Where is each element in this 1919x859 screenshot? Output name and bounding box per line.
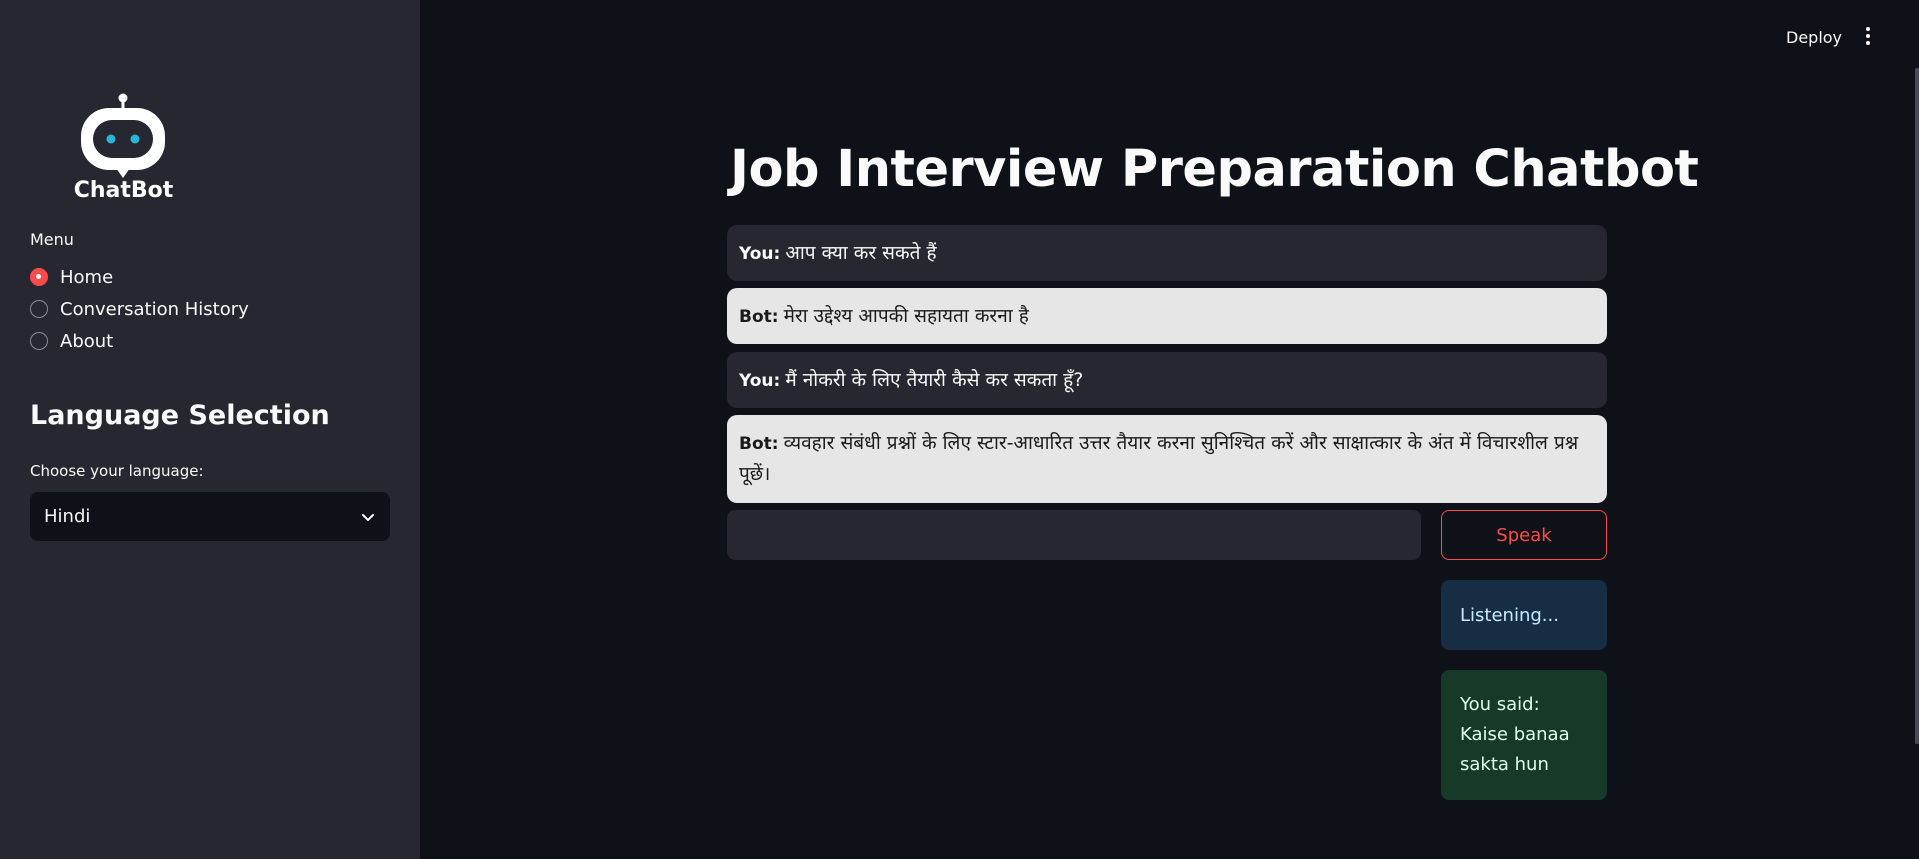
message-role: Bot: xyxy=(739,434,779,454)
message-role: You: xyxy=(739,371,781,391)
logo-text: ChatBot xyxy=(73,178,174,203)
language-select-value: Hindi xyxy=(44,506,91,527)
message-text: मैं नोकरी के लिए तैयारी कैसे कर सकता हूँ… xyxy=(785,369,1084,391)
chat-input[interactable] xyxy=(727,510,1421,560)
kebab-menu-icon[interactable] xyxy=(1864,27,1872,49)
chat-message-user: You: मैं नोकरी के लिए तैयारी कैसे कर सकता… xyxy=(727,352,1607,408)
chevron-down-icon xyxy=(362,513,374,521)
radio-about[interactable]: About xyxy=(30,328,113,354)
message-text: आप क्या कर सकते हैं xyxy=(785,242,937,264)
language-select[interactable]: Hindi xyxy=(30,492,390,541)
chatbot-logo: ChatBot xyxy=(66,92,181,204)
robot-icon xyxy=(81,93,165,178)
language-select-label: Choose your language: xyxy=(30,462,204,480)
radio-label-conversation-history: Conversation History xyxy=(60,298,249,320)
radio-unselected-icon[interactable] xyxy=(30,332,48,350)
scrollbar[interactable] xyxy=(1915,68,1919,744)
message-text: व्यवहार संबंधी प्रश्नों के लिए स्टार-आधा… xyxy=(739,432,1579,485)
radio-home[interactable]: Home xyxy=(30,264,113,290)
radio-label-home: Home xyxy=(60,266,114,288)
page-title: Job Interview Preparation Chatbot xyxy=(730,140,1699,199)
message-role: Bot: xyxy=(739,307,779,327)
radio-conversation-history[interactable]: Conversation History xyxy=(30,296,249,322)
chat-message-user: You: आप क्या कर सकते हैं xyxy=(727,225,1607,281)
radio-label-about: About xyxy=(60,330,114,352)
listening-status: Listening... xyxy=(1441,580,1607,650)
message-role: You: xyxy=(739,244,781,264)
message-text: मेरा उद्देश्य आपकी सहायता करना है xyxy=(783,305,1029,327)
deploy-button[interactable]: Deploy xyxy=(1786,28,1842,47)
sidebar: ChatBot Menu Home Conversation History A… xyxy=(0,0,420,859)
menu-label: Menu xyxy=(30,230,74,249)
chat-message-bot: Bot: मेरा उद्देश्य आपकी सहायता करना है xyxy=(727,288,1607,344)
speech-result-status: You said: Kaise banaa sakta hun xyxy=(1441,670,1607,800)
radio-selected-icon[interactable] xyxy=(30,268,48,286)
chat-message-bot: Bot: व्यवहार संबंधी प्रश्नों के लिए स्टार… xyxy=(727,415,1607,503)
speak-button[interactable]: Speak xyxy=(1441,510,1607,560)
radio-unselected-icon[interactable] xyxy=(30,300,48,318)
language-selection-heading: Language Selection xyxy=(30,400,330,431)
